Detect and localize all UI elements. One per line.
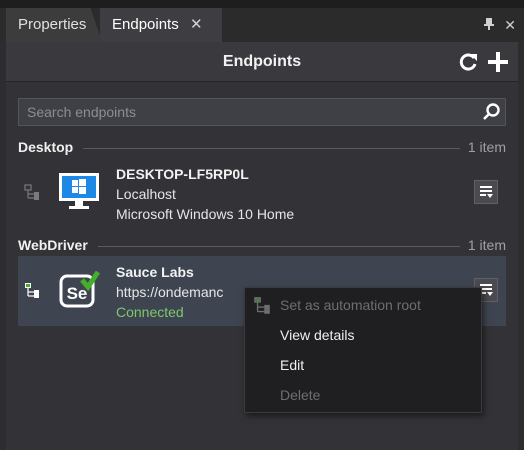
group-header-desktop: Desktop 1 item (18, 139, 506, 157)
context-menu: Set as automation root View details Edit… (244, 287, 482, 413)
tab-properties-label: Properties (18, 16, 87, 33)
menu-item-view-details[interactable]: View details (245, 320, 481, 350)
windows-monitor-icon (59, 173, 99, 209)
menu-item-edit[interactable]: Edit (245, 350, 481, 380)
tab-properties[interactable]: Properties (6, 8, 102, 42)
pin-icon[interactable] (484, 8, 495, 42)
plus-icon (488, 52, 508, 72)
menu-item-delete[interactable]: Delete (245, 380, 481, 410)
endpoint-item-desktop[interactable]: DESKTOP-LF5RP0L Localhost Microsoft Wind… (18, 158, 506, 228)
endpoint-details: Sauce Labs https://ondemanc Connected (116, 262, 223, 322)
menu-item-set-automation-root[interactable]: Set as automation root (245, 290, 481, 320)
endpoint-title: DESKTOP-LF5RP0L (116, 166, 249, 182)
endpoint-menu-button[interactable] (474, 180, 498, 204)
title-strip (0, 0, 524, 8)
close-panel-icon[interactable]: ✕ (504, 8, 516, 42)
hierarchy-icon (25, 283, 39, 298)
tab-endpoints-label: Endpoints (112, 16, 179, 33)
search-icon[interactable] (481, 102, 501, 122)
menu-item-label: Edit (280, 357, 305, 373)
endpoint-details: DESKTOP-LF5RP0L Localhost Microsoft Wind… (116, 164, 294, 224)
window-controls: ✕ (478, 8, 516, 42)
group-header-webdriver: WebDriver 1 item (18, 237, 506, 255)
tab-endpoints[interactable]: Endpoints ✕ (100, 8, 222, 42)
refresh-icon (459, 53, 477, 71)
panel-title: Endpoints (222, 53, 302, 70)
tab-bar: Properties Endpoints ✕ ✕ (0, 8, 524, 42)
hierarchy-icon (24, 184, 39, 200)
search-box (18, 98, 506, 126)
search-input[interactable] (27, 99, 467, 125)
svg-text:Se: Se (67, 284, 88, 303)
group-count: 1 item (459, 237, 506, 253)
hierarchy-icon (254, 297, 270, 314)
group-divider (18, 148, 506, 149)
menu-item-label: Delete (280, 387, 321, 403)
endpoint-status: Connected (116, 304, 184, 320)
endpoint-host: Localhost (116, 186, 176, 202)
menu-list-icon (480, 186, 493, 198)
endpoint-os: Microsoft Windows 10 Home (116, 206, 295, 222)
group-count: 1 item (459, 139, 506, 155)
menu-item-label: View details (280, 327, 355, 343)
menu-item-label: Set as automation root (280, 297, 421, 313)
endpoint-title: Sauce Labs (116, 264, 194, 280)
add-endpoint-button[interactable] (486, 50, 510, 74)
group-name: Desktop (18, 139, 84, 155)
group-name: WebDriver (18, 237, 98, 253)
selenium-icon: Se (59, 270, 100, 308)
endpoint-url: https://ondemanc (116, 284, 224, 300)
refresh-button[interactable] (456, 50, 480, 74)
panel-header: Endpoints (6, 42, 518, 82)
tab-close-icon[interactable]: ✕ (190, 8, 203, 42)
